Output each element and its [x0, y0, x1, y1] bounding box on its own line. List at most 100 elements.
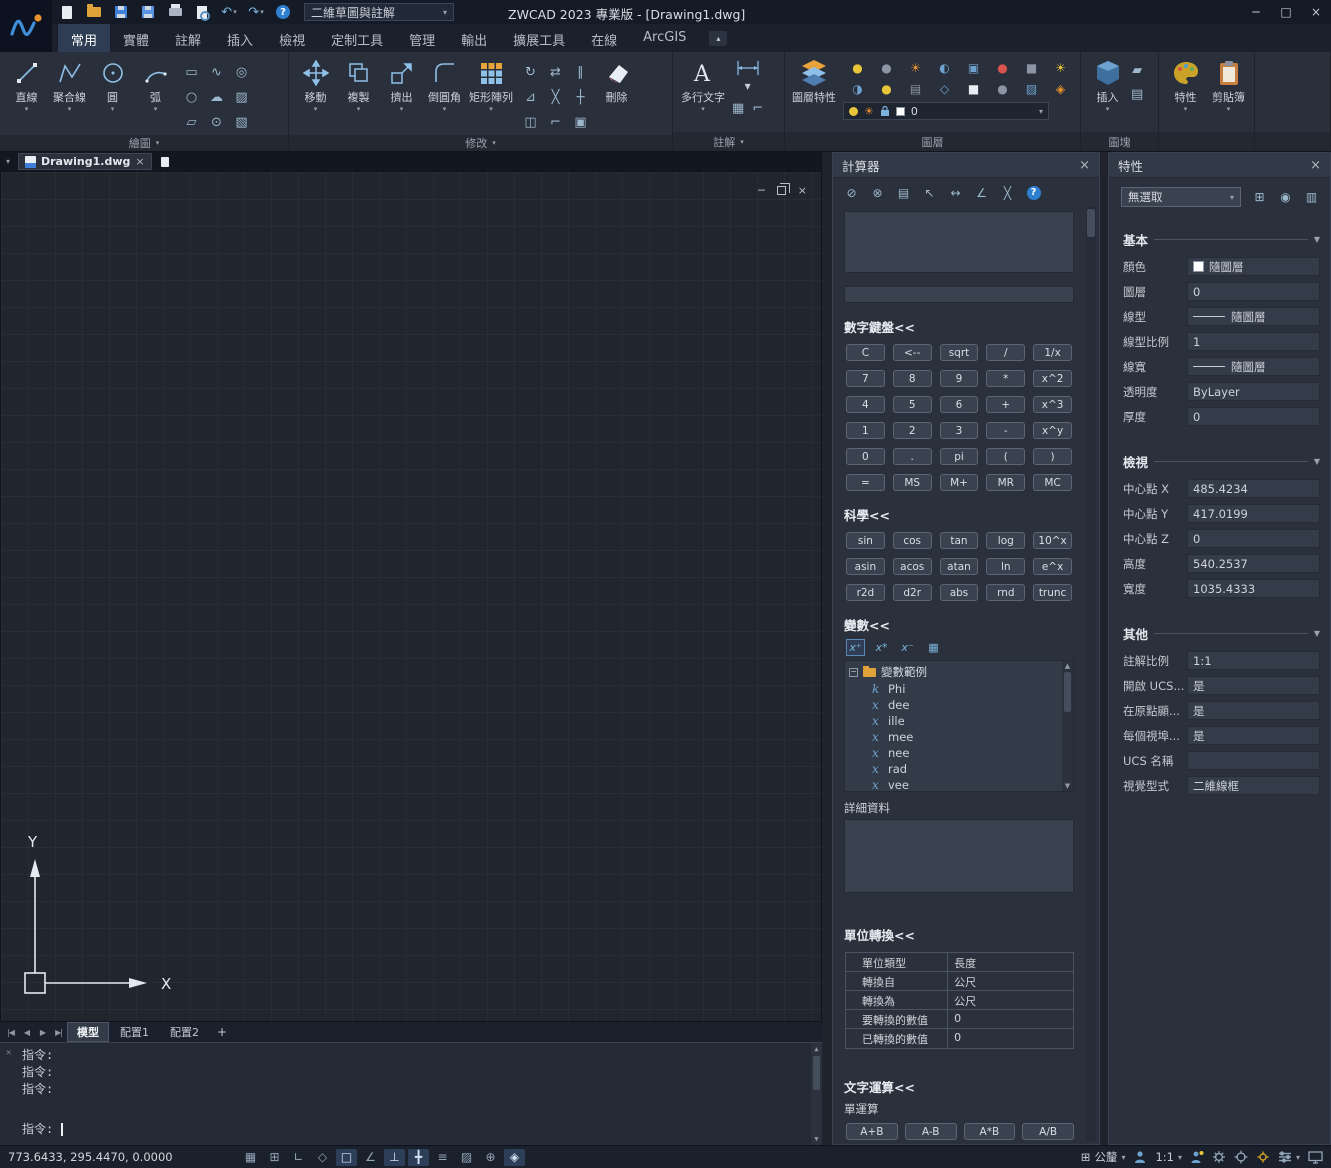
variable-item[interactable]: x mee	[845, 729, 1073, 745]
layer-on-icon[interactable]: ●	[843, 57, 872, 78]
layer-previous-icon[interactable]: ●	[872, 78, 901, 99]
help-icon[interactable]: ?	[1023, 183, 1044, 202]
extend-icon[interactable]: ┼	[568, 85, 593, 110]
layer-lock-icon[interactable]: ▣	[959, 57, 988, 78]
grid-display-icon[interactable]: ▦	[240, 1149, 261, 1166]
layer-current-icon[interactable]: ●	[988, 78, 1017, 99]
ellipse-icon[interactable]: ○	[179, 85, 204, 110]
sci-key[interactable]: asin	[846, 558, 885, 575]
get-coordinates-icon[interactable]: ↖	[919, 183, 940, 202]
help-icon[interactable]: ?	[274, 4, 292, 20]
panel-label-modify[interactable]: 修改▾	[289, 135, 672, 151]
object-snap-tracking-icon[interactable]: ∠	[360, 1149, 381, 1166]
toggle-pickadd-icon[interactable]: ⊞	[1249, 188, 1270, 207]
section-header-view[interactable]: 檢視 ▼	[1109, 452, 1330, 471]
first-layout-icon[interactable]: |◀	[3, 1028, 18, 1037]
scrollbar-thumb[interactable]	[1064, 672, 1071, 712]
unit-value[interactable]: 0	[948, 1029, 1073, 1048]
ribbon-tab[interactable]: 註解	[162, 24, 214, 52]
calc-key[interactable]: 9	[940, 370, 979, 387]
ribbon-tab[interactable]: 插入	[214, 24, 266, 52]
donut-icon[interactable]: ◎	[229, 60, 254, 85]
tab-model[interactable]: 模型	[67, 1022, 109, 1042]
tab-list-icon[interactable]: ▾	[2, 157, 14, 166]
property-value[interactable]: 0	[1187, 407, 1320, 426]
property-value[interactable]: 0	[1187, 529, 1320, 548]
clean-screen-icon[interactable]	[1308, 1151, 1323, 1164]
gradient-icon[interactable]: ▧	[229, 110, 254, 135]
calc-key[interactable]: 7	[846, 370, 885, 387]
tab-layout1[interactable]: 配置1	[110, 1022, 159, 1042]
property-value[interactable]: 二維線框	[1187, 776, 1320, 795]
layer-match-icon[interactable]: ◑	[843, 78, 872, 99]
polar-tracking-icon[interactable]: ◇	[312, 1149, 333, 1166]
paste-to-commandline-icon[interactable]: ▤	[893, 183, 914, 202]
property-value[interactable]: 是	[1187, 701, 1320, 720]
ribbon-tab[interactable]: 常用	[58, 24, 110, 52]
hatch-icon[interactable]: ▨	[229, 85, 254, 110]
undo-icon[interactable]: ↶▾	[220, 4, 238, 20]
dynamic-ucs-icon[interactable]: ⊥	[384, 1149, 405, 1166]
intersection-icon[interactable]: ╳	[997, 183, 1018, 202]
mtext-button[interactable]: A 多行文字 ▾	[678, 55, 728, 112]
doc-restore-button[interactable]	[777, 186, 786, 195]
tree-collapse-icon[interactable]: −	[849, 668, 858, 677]
ribbon-tab[interactable]: 定制工具	[318, 24, 396, 52]
erase-button[interactable]: 刪除	[595, 55, 638, 105]
layer-walk-icon[interactable]: ▤	[901, 78, 930, 99]
variable-item[interactable]: x nee	[845, 745, 1073, 761]
ribbon-tab[interactable]: 實體	[110, 24, 162, 52]
property-value[interactable]: 0	[1187, 282, 1320, 301]
auto-annotate-icon[interactable]	[1190, 1150, 1204, 1164]
open-file-icon[interactable]	[85, 4, 103, 20]
property-value[interactable]: 417.0199	[1187, 504, 1320, 523]
sci-key[interactable]: cos	[893, 532, 932, 549]
layer-merge-icon[interactable]: ◇	[930, 78, 959, 99]
property-value[interactable]: 1035.4333	[1187, 579, 1320, 598]
panel-label-layers[interactable]: 圖層	[785, 132, 1080, 151]
layer-properties-button[interactable]: 圖層特性	[790, 55, 838, 105]
calc-key[interactable]: MS	[893, 474, 932, 491]
doc-minimize-button[interactable]: ─	[758, 184, 765, 197]
break-icon[interactable]: ⌐	[543, 110, 568, 135]
properties-panel-button[interactable]: 特性 ▾	[1164, 55, 1207, 112]
calc-key[interactable]: 1/x	[1033, 344, 1072, 361]
calc-key[interactable]: 5	[893, 396, 932, 413]
object-snap-icon[interactable]: □	[336, 1149, 357, 1166]
property-value[interactable]: 隨圖層	[1187, 307, 1320, 326]
insert-block-button[interactable]: 插入 ▾	[1086, 55, 1129, 112]
zwcad-logo-icon[interactable]	[0, 0, 52, 52]
circle-button[interactable]: 圓 ▾	[91, 55, 134, 112]
property-value[interactable]: ByLayer	[1187, 382, 1320, 401]
offset-icon[interactable]: ∥	[568, 60, 593, 85]
calc-key[interactable]: x^2	[1033, 370, 1072, 387]
calc-key[interactable]: 6	[940, 396, 979, 413]
property-value[interactable]: 隨圖層	[1187, 357, 1320, 376]
save-as-icon[interactable]	[139, 4, 157, 20]
move-button[interactable]: 移動 ▾	[294, 55, 337, 112]
arc-button[interactable]: 弧 ▾	[134, 55, 177, 112]
scientific-header[interactable]: 科學<<	[833, 505, 1099, 524]
calc-key[interactable]: )	[1033, 448, 1072, 465]
variables-header[interactable]: 變數<<	[833, 615, 1099, 634]
lineweight-icon[interactable]: ≡	[432, 1149, 453, 1166]
sci-key[interactable]: trunc	[1033, 584, 1072, 601]
calc-key[interactable]: .	[893, 448, 932, 465]
calc-key[interactable]: sqrt	[940, 344, 979, 361]
calculator-display[interactable]	[844, 211, 1074, 273]
mirror-icon[interactable]: ⇄	[543, 60, 568, 85]
scrollbar-thumb[interactable]	[1087, 209, 1095, 237]
table-icon[interactable]: ▦	[732, 101, 744, 116]
calc-key[interactable]: 0	[846, 448, 885, 465]
calc-key[interactable]: *	[986, 370, 1025, 387]
edit-variable-icon[interactable]: x*	[872, 639, 891, 656]
sci-key[interactable]: log	[986, 532, 1025, 549]
polyline-button[interactable]: 聚合線 ▾	[48, 55, 91, 112]
scroll-up-icon[interactable]: ▲	[811, 1045, 822, 1053]
variables-scrollbar[interactable]: ▲ ▼	[1062, 661, 1073, 791]
settings-gear-icon[interactable]	[1256, 1150, 1270, 1164]
text-op-button[interactable]: A-B	[905, 1123, 957, 1140]
calculator-grid-icon[interactable]: ▦	[924, 639, 943, 656]
delete-variable-icon[interactable]: x⁻	[898, 639, 917, 656]
layer-unisolate-icon[interactable]: ☀	[1046, 57, 1075, 78]
